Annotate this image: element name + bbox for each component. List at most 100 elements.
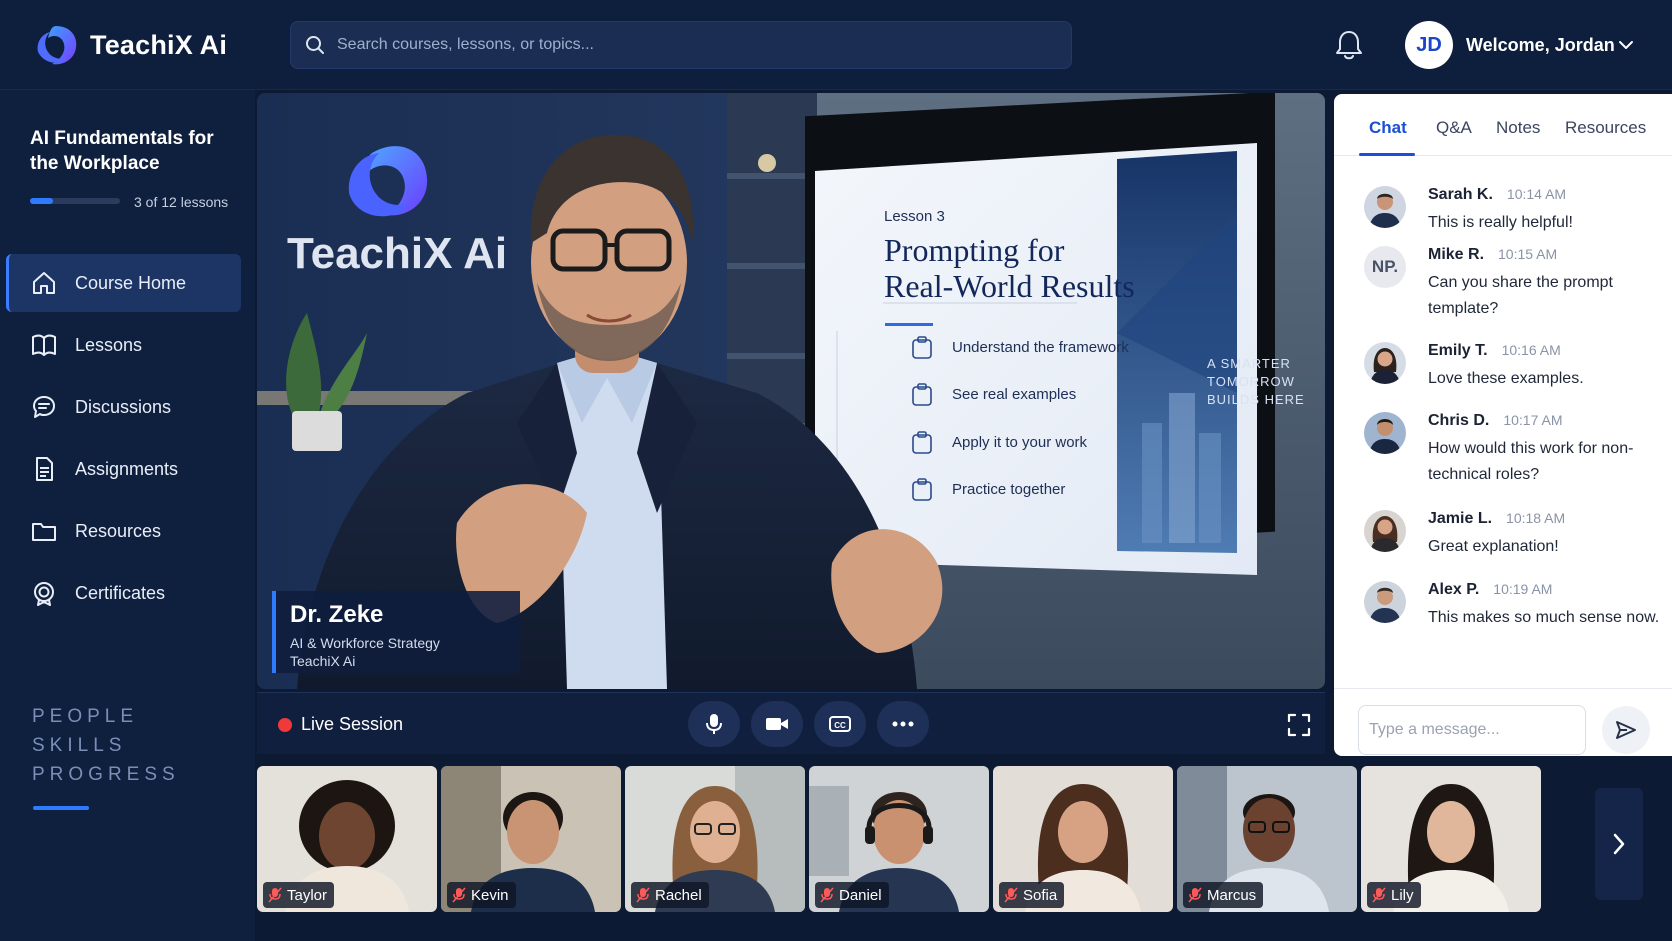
tagline-line: PEOPLE [32, 706, 139, 727]
svg-text:CC: CC [834, 721, 846, 730]
participant-tile[interactable]: Rachel [625, 766, 805, 912]
avatar [1364, 581, 1406, 623]
search-input[interactable] [337, 36, 1037, 54]
participant-label: Daniel [815, 882, 889, 908]
participant-name: Marcus [1207, 886, 1257, 904]
slide-lesson-label: Lesson 3 [884, 208, 945, 225]
participant-name: Rachel [655, 886, 702, 904]
chat-composer [1334, 688, 1672, 756]
slide-bullet: Apply it to your work [952, 434, 1088, 451]
certificate-icon [34, 582, 54, 606]
book-icon [32, 334, 56, 356]
chat-message-input[interactable] [1358, 705, 1586, 755]
tab-notes[interactable]: Notes [1496, 118, 1540, 138]
more-icon [892, 721, 914, 727]
avatar [1364, 510, 1406, 552]
message-time: 10:16 AM [1501, 342, 1561, 358]
participants-strip: Taylor Kevin Rachel Daniel Sofia Marcus … [257, 766, 1672, 916]
microphone-button[interactable] [688, 701, 740, 747]
participant-tile[interactable]: Marcus [1177, 766, 1357, 912]
captions-button[interactable]: CC [814, 701, 866, 747]
participant-tile[interactable]: Sofia [993, 766, 1173, 912]
muted-mic-icon [636, 887, 650, 903]
message-author: Chris D. [1428, 412, 1490, 429]
participant-label: Taylor [263, 882, 335, 908]
participant-label: Rachel [631, 882, 709, 908]
folder-icon [32, 523, 56, 541]
tab-resources[interactable]: Resources [1565, 118, 1646, 138]
slide-title-line: Real-World Results [884, 268, 1135, 304]
chat-panel: Chat Q&A Notes Resources Sarah K. 10:14 A… [1334, 94, 1672, 756]
sidebar-item-resources[interactable]: Resources [6, 502, 241, 560]
slide-side-text: A SMARTER TOMORROW BUILDS HERE [1207, 355, 1307, 409]
sidebar-item-label: Resources [75, 520, 162, 541]
next-participants-button[interactable] [1595, 788, 1643, 900]
message-time: 10:15 AM [1498, 246, 1558, 262]
participant-tile[interactable]: Daniel [809, 766, 989, 912]
chat-bubble-icon [33, 396, 55, 418]
participant-tile[interactable]: Lily [1361, 766, 1541, 912]
muted-mic-icon [820, 887, 834, 903]
participant-tile[interactable]: Taylor [257, 766, 437, 912]
sidebar-item-assignments[interactable]: Assignments [6, 440, 241, 498]
sidebar-item-discussions[interactable]: Discussions [6, 378, 241, 436]
avatar [1364, 412, 1406, 454]
participant-label: Marcus [1183, 882, 1264, 908]
course-title: AI Fundamentals for the Workplace [30, 128, 214, 174]
message-text: Love these examples. [1428, 370, 1584, 387]
avatar [1364, 342, 1406, 384]
camera-button[interactable] [751, 701, 803, 747]
sidebar-item-label: Assignments [75, 458, 179, 479]
message-author: Mike R. [1428, 246, 1485, 263]
message-author: Jamie L. [1428, 510, 1493, 527]
brand[interactable]: TeachiX Ai [30, 22, 227, 68]
participant-tile[interactable]: Kevin [441, 766, 621, 912]
speaker-role: AI & Workforce Strategy [290, 635, 440, 651]
course-progress-label: 3 of 12 lessons [134, 194, 229, 210]
apply-icon [912, 431, 932, 454]
participant-label: Kevin [447, 882, 516, 908]
active-tab-indicator [1359, 153, 1415, 156]
course-progress-bar [30, 198, 120, 204]
speaker-lower-third: Dr. Zeke AI & Workforce Strategy TeachiX… [272, 591, 520, 673]
tab-chat[interactable]: Chat [1369, 118, 1407, 138]
tab-qa[interactable]: Q&A [1436, 118, 1472, 138]
sidebar-item-label: Discussions [75, 396, 172, 417]
slide-title-line: Prompting for [884, 232, 1065, 268]
sidebar-item-certificates[interactable]: Certificates [6, 564, 241, 622]
message-text: Great explanation! [1428, 538, 1559, 555]
avatar-initials: NP. [1364, 246, 1406, 288]
slide-bullet: See real examples [952, 386, 1077, 403]
send-button[interactable] [1602, 706, 1650, 754]
participant-name: Sofia [1023, 886, 1058, 904]
welcome-text[interactable]: Welcome, Jordan [1466, 35, 1615, 56]
user-avatar[interactable]: JD [1405, 21, 1453, 69]
fullscreen-icon[interactable] [1287, 713, 1311, 737]
more-options-button[interactable] [877, 701, 929, 747]
participant-name: Daniel [839, 886, 882, 904]
backdrop-logo-text: TeachiX Ai [287, 229, 507, 278]
microphone-icon [706, 714, 722, 734]
speaker-org: TeachiX Ai [290, 653, 356, 669]
tagline: PEOPLE SKILLS PROGRESS [32, 702, 180, 789]
speaker-name: Dr. Zeke [290, 601, 384, 628]
chevron-right-icon [1613, 833, 1625, 855]
brand-logo-icon [37, 26, 77, 65]
practice-icon [912, 478, 932, 501]
search-bar[interactable] [290, 21, 1072, 69]
video-player[interactable]: TeachiX Ai Lesson 3 Prompting for Real-W… [257, 93, 1325, 689]
sidebar-item-label: Lessons [75, 334, 143, 355]
slide-side-line: TOMORROW [1207, 374, 1295, 389]
sidebar-item-label: Course Home [75, 272, 187, 293]
slide-bullet: Practice together [952, 481, 1066, 498]
chevron-down-icon[interactable] [1617, 36, 1635, 54]
notification-bell-icon[interactable] [1333, 28, 1365, 62]
search-icon [306, 36, 324, 54]
message-time: 10:14 AM [1506, 186, 1567, 202]
participant-name: Taylor [287, 886, 328, 904]
live-indicator-dot [278, 718, 292, 732]
sidebar-item-course-home[interactable]: Course Home [6, 254, 241, 312]
sidebar-item-lessons[interactable]: Lessons [6, 316, 241, 374]
muted-mic-icon [452, 887, 466, 903]
document-icon [36, 457, 53, 481]
